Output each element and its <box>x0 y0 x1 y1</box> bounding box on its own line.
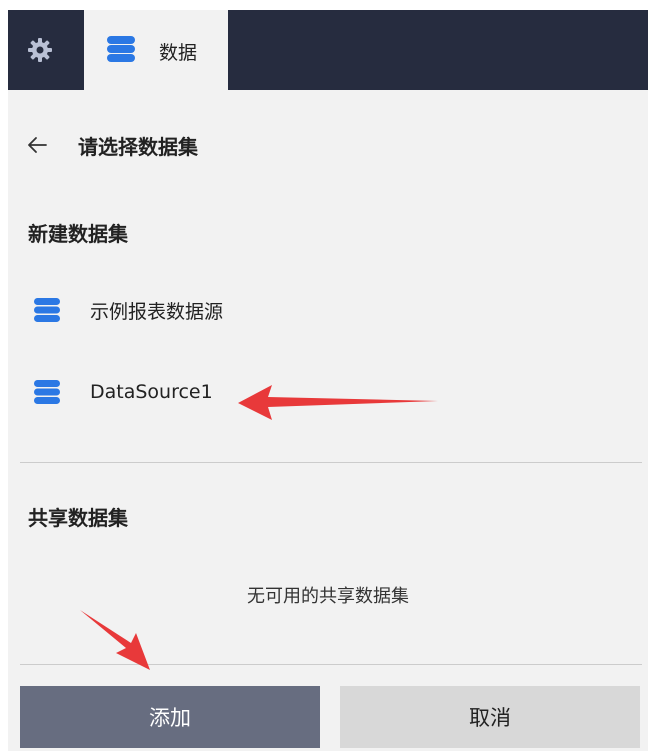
list-item-label: 示例报表数据源 <box>90 300 224 323</box>
page-title: 请选择数据集 <box>78 134 198 159</box>
database-icon <box>34 380 60 404</box>
tab-bar: 数据 <box>8 10 648 90</box>
data-panel: 数据 请选择数据集 新建数据集 示例报表数据源 DataSource1 共享数据… <box>8 10 648 751</box>
section-divider <box>20 462 642 463</box>
list-item-datasource-sample[interactable]: 示例报表数据源 <box>28 290 428 330</box>
add-button[interactable]: 添加 <box>20 686 320 748</box>
database-icon <box>107 36 135 62</box>
cancel-button[interactable]: 取消 <box>340 686 640 748</box>
header-row: 请选择数据集 <box>26 125 198 165</box>
tab-data-label: 数据 <box>159 42 198 64</box>
database-icon <box>34 298 60 322</box>
gear-icon <box>28 38 52 62</box>
empty-state-text: 无可用的共享数据集 <box>247 586 409 607</box>
new-dataset-heading: 新建数据集 <box>28 222 128 246</box>
tab-data[interactable]: 数据 <box>84 10 228 90</box>
shared-dataset-heading: 共享数据集 <box>28 506 128 530</box>
tab-settings[interactable] <box>8 10 72 90</box>
list-item-datasource1[interactable]: DataSource1 <box>28 372 428 412</box>
list-item-label: DataSource1 <box>90 381 213 403</box>
footer-divider <box>20 664 642 665</box>
back-arrow-icon[interactable] <box>26 134 48 156</box>
